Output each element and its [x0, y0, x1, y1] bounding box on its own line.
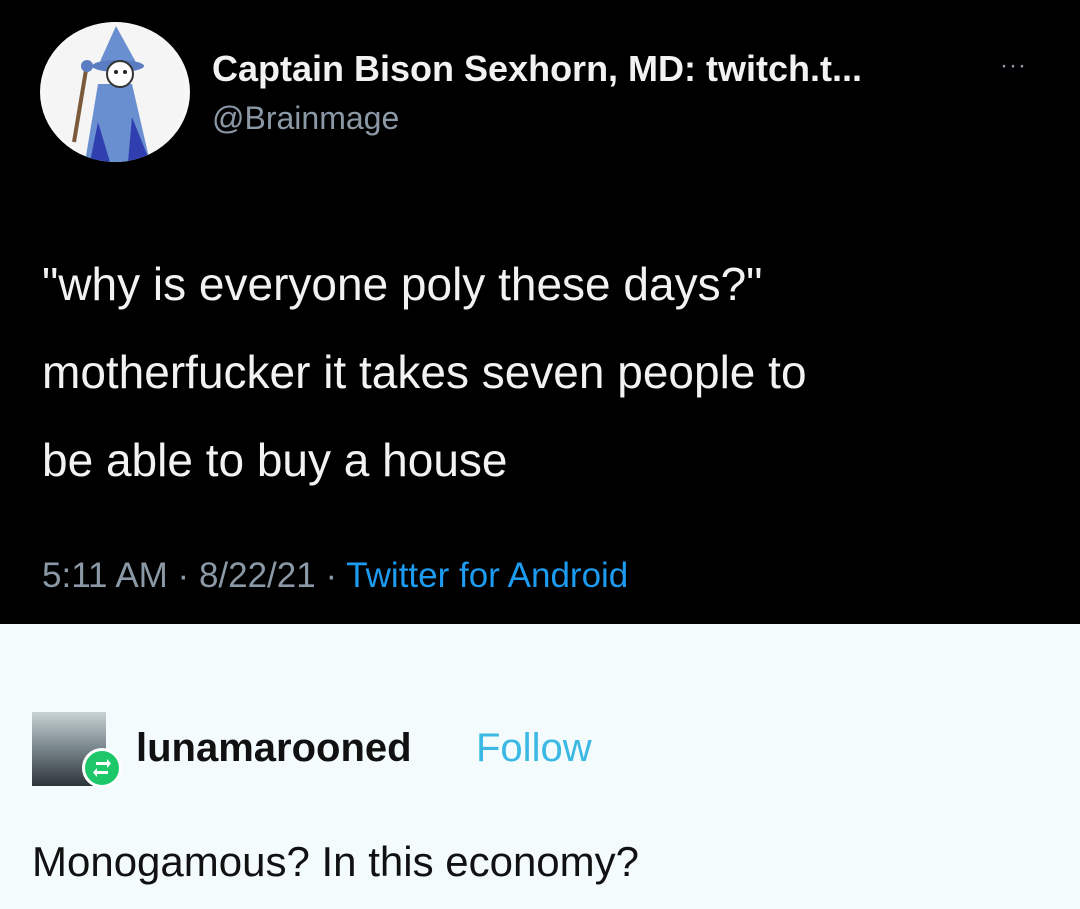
user-handle[interactable]: @Brainmage [212, 100, 399, 137]
tweet-meta: 5:11 AM · 8/22/21 · Twitter for Android [42, 556, 628, 596]
meta-separator: · [167, 556, 199, 595]
tweet-text-line: "why is everyone poly these days?" [42, 258, 763, 310]
tweet-card: Captain Bison Sexhorn, MD: twitch.t... ·… [0, 0, 1080, 624]
meta-separator: · [315, 556, 347, 595]
tweet-text-line: be able to buy a house [42, 434, 508, 486]
tweet-time[interactable]: 5:11 AM [42, 556, 168, 595]
follow-button[interactable]: Follow [476, 726, 592, 771]
display-name[interactable]: Captain Bison Sexhorn, MD: twitch.t... [212, 48, 862, 90]
tweet-source-link[interactable]: Twitter for Android [346, 556, 628, 595]
reblog-icon [82, 748, 122, 788]
wizard-avatar-icon[interactable] [40, 22, 190, 162]
reply-text: Monogamous? In this economy? [32, 838, 640, 885]
reblogger-username[interactable]: lunamarooned [136, 726, 412, 771]
tweet-text: "why is everyone poly these days?" mothe… [42, 240, 1042, 504]
more-options-icon[interactable]: ··· [1000, 52, 1027, 80]
tweet-text-line: motherfucker it takes seven people to [42, 346, 807, 398]
tweet-date[interactable]: 8/22/21 [199, 556, 316, 595]
